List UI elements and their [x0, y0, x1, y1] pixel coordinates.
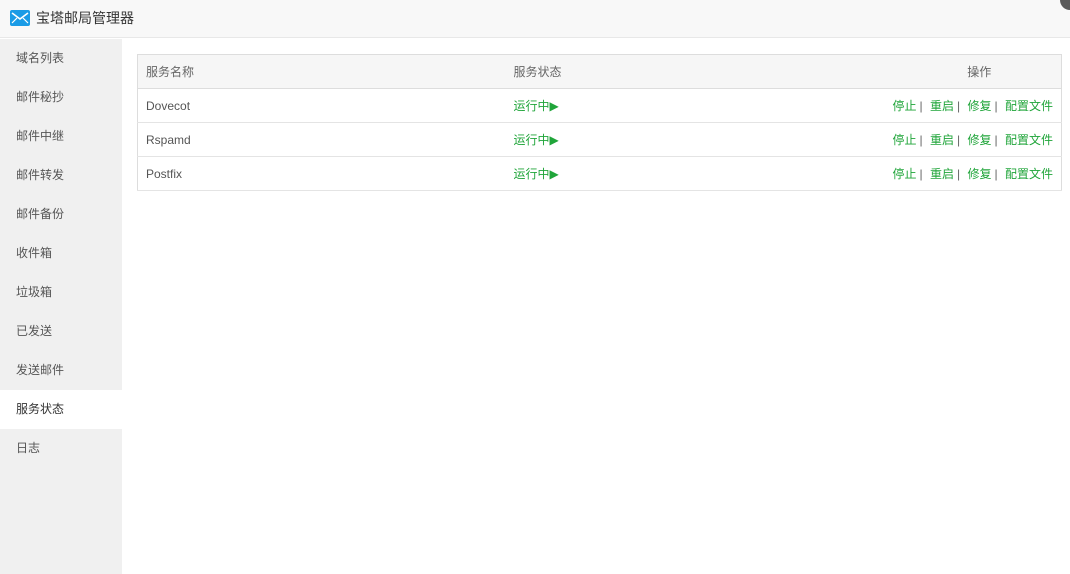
service-name: Rspamd	[146, 132, 191, 147]
restart-button[interactable]: 重启	[930, 133, 954, 147]
separator: |	[994, 167, 998, 181]
stop-button[interactable]: 停止	[893, 133, 917, 147]
sidebar-item-mail-forward[interactable]: 邮件转发	[0, 156, 122, 195]
service-status[interactable]: 运行中▶	[514, 167, 559, 181]
restart-button[interactable]: 重启	[930, 167, 954, 181]
main-panel: 服务名称 服务状态 操作 Dovecot 运行中▶ 停止 | 重启 | 修复 | 配置…	[122, 39, 1070, 574]
sidebar-item-inbox[interactable]: 收件箱	[0, 234, 122, 273]
config-file-button[interactable]: 配置文件	[1005, 133, 1053, 147]
separator: |	[994, 99, 998, 113]
mail-icon	[10, 10, 30, 26]
sidebar-item-sent[interactable]: 已发送	[0, 312, 122, 351]
separator: |	[919, 167, 923, 181]
service-status[interactable]: 运行中▶	[514, 99, 559, 113]
separator: |	[957, 167, 961, 181]
separator: |	[957, 99, 961, 113]
repair-button[interactable]: 修复	[968, 133, 992, 147]
sidebar-item-logs[interactable]: 日志	[0, 429, 122, 468]
close-button[interactable]	[1060, 0, 1070, 10]
separator: |	[919, 133, 923, 147]
row-actions: 停止 | 重启 | 修复 | 配置文件	[836, 157, 1062, 191]
service-name: Postfix	[146, 166, 183, 181]
repair-button[interactable]: 修复	[968, 167, 992, 181]
sidebar-item-mail-bcc[interactable]: 邮件秘抄	[0, 78, 122, 117]
sidebar: 域名列表 邮件秘抄 邮件中继 邮件转发 邮件备份 收件箱 垃圾箱 已发送 发送邮…	[0, 39, 122, 574]
stop-button[interactable]: 停止	[893, 99, 917, 113]
separator: |	[957, 133, 961, 147]
row-actions: 停止 | 重启 | 修复 | 配置文件	[836, 123, 1062, 157]
separator: |	[919, 99, 923, 113]
repair-button[interactable]: 修复	[968, 99, 992, 113]
stop-button[interactable]: 停止	[893, 167, 917, 181]
sidebar-item-send-mail[interactable]: 发送邮件	[0, 351, 122, 390]
table-row: Postfix 运行中▶ 停止 | 重启 | 修复 | 配置文件	[137, 157, 1062, 191]
header-service-name: 服务名称	[137, 54, 506, 89]
table-row: Dovecot 运行中▶ 停止 | 重启 | 修复 | 配置文件	[137, 89, 1062, 123]
service-status[interactable]: 运行中▶	[514, 133, 559, 147]
header-service-status: 服务状态	[505, 54, 836, 89]
header-actions: 操作	[835, 54, 1062, 89]
table-row: Rspamd 运行中▶ 停止 | 重启 | 修复 | 配置文件	[137, 123, 1062, 157]
app-title: 宝塔邮局管理器	[36, 10, 134, 26]
title-bar: 宝塔邮局管理器	[0, 0, 1070, 38]
service-table: 服务名称 服务状态 操作 Dovecot 运行中▶ 停止 | 重启 | 修复 | 配置…	[137, 54, 1062, 191]
sidebar-item-domain-list[interactable]: 域名列表	[0, 39, 122, 78]
config-file-button[interactable]: 配置文件	[1005, 99, 1053, 113]
sidebar-item-junk[interactable]: 垃圾箱	[0, 273, 122, 312]
service-name: Dovecot	[146, 98, 191, 113]
config-file-button[interactable]: 配置文件	[1005, 167, 1053, 181]
row-actions: 停止 | 重启 | 修复 | 配置文件	[836, 89, 1062, 123]
restart-button[interactable]: 重启	[930, 99, 954, 113]
sidebar-item-mail-relay[interactable]: 邮件中继	[0, 117, 122, 156]
sidebar-item-service-status[interactable]: 服务状态	[0, 390, 122, 429]
table-header-row: 服务名称 服务状态 操作	[137, 54, 1062, 89]
separator: |	[994, 133, 998, 147]
sidebar-item-mail-backup[interactable]: 邮件备份	[0, 195, 122, 234]
